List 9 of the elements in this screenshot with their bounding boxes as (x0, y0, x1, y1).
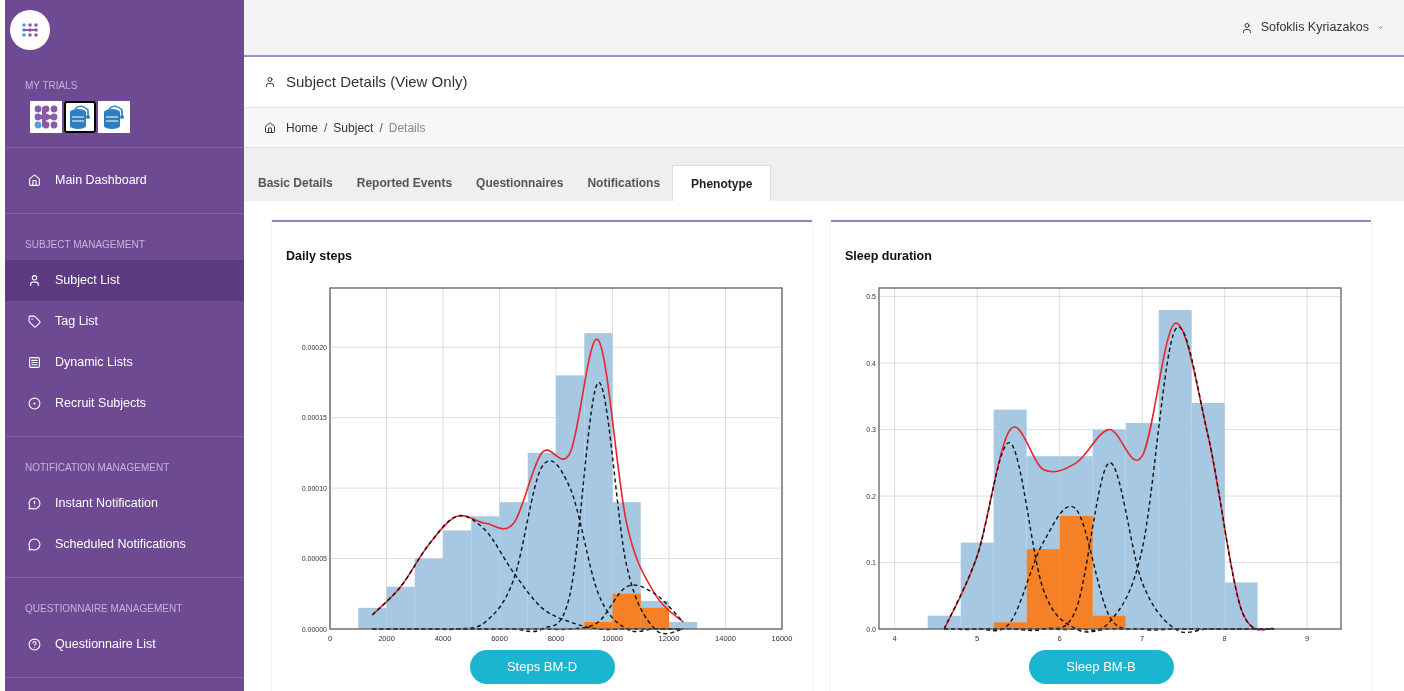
breadcrumb-separator: / (324, 119, 328, 137)
chart-title: Daily steps (286, 248, 352, 265)
page-title: Subject Details (View Only) (286, 71, 468, 92)
section-label: SUBJECT MANAGEMENT (24, 238, 146, 252)
chart-title: Sleep duration (845, 248, 932, 265)
breadcrumb-separator: / (379, 119, 383, 137)
section-label: QUESTIONNAIRE MANAGEMENT (24, 602, 184, 616)
section-label: MY TRIALS (25, 79, 79, 93)
section-label: NOTIFICATION MANAGEMENT (24, 461, 171, 475)
